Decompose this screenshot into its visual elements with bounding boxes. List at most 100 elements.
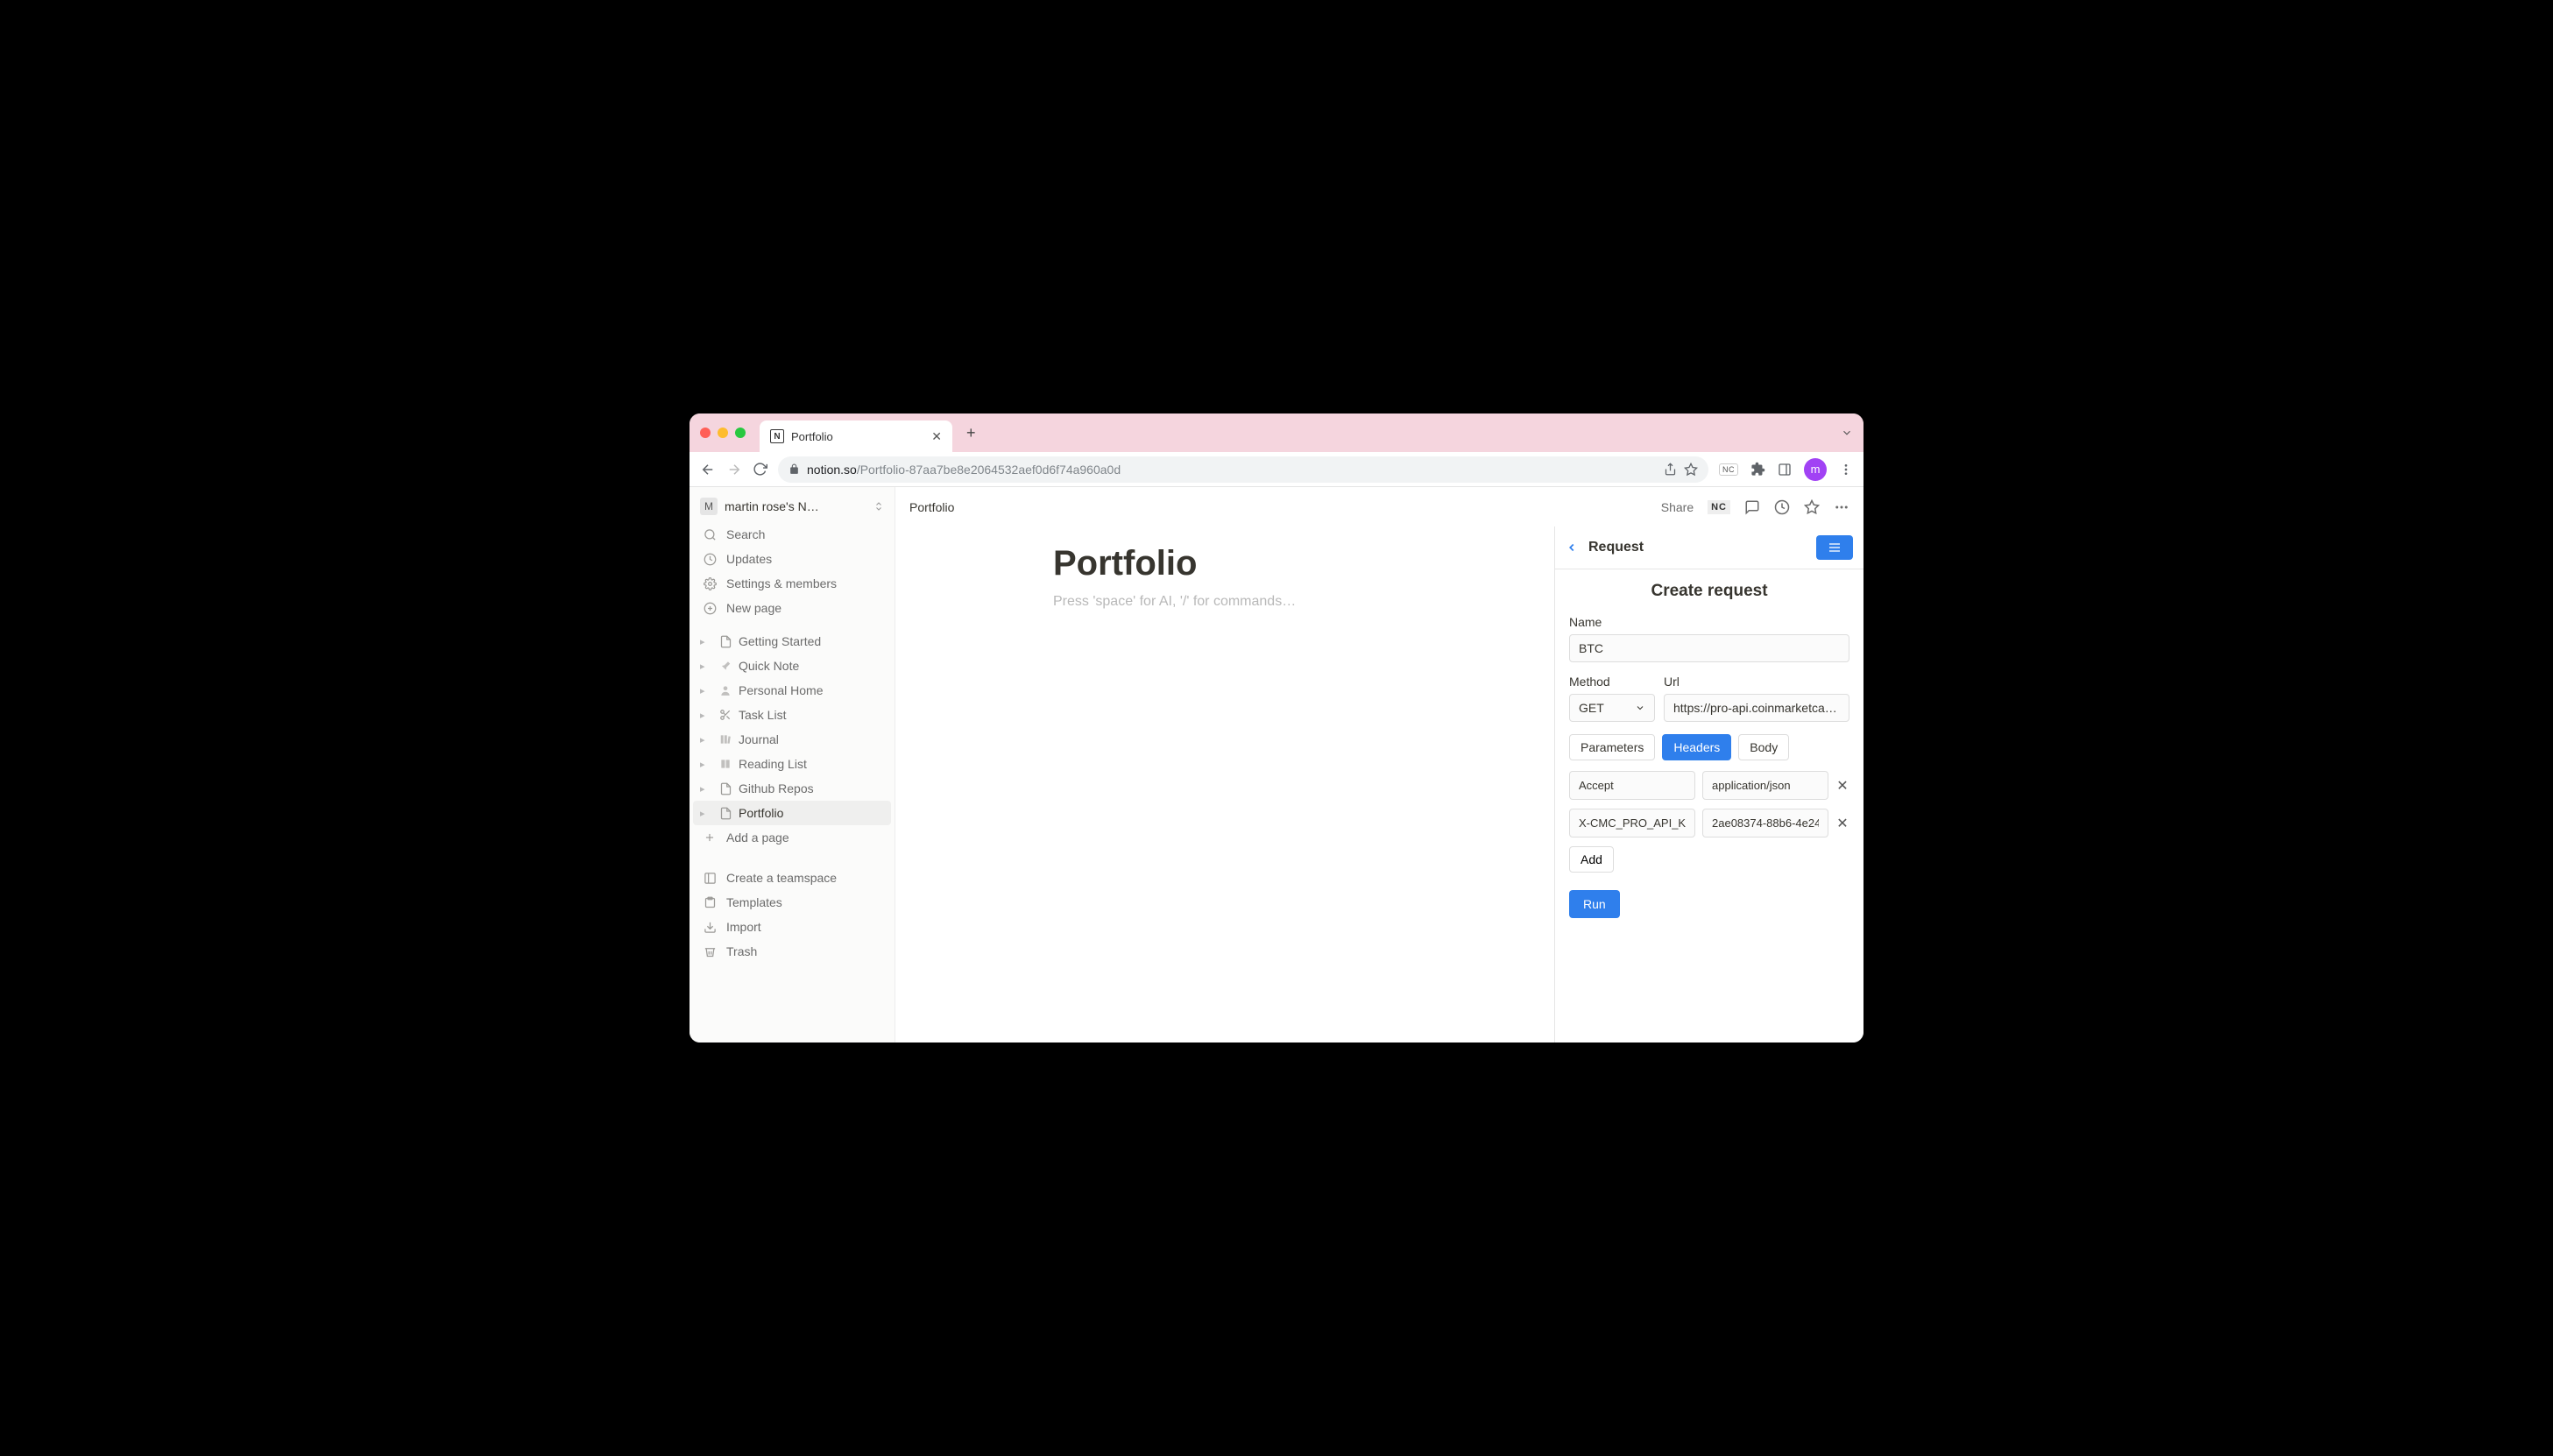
- sidebar-import[interactable]: Import: [690, 915, 895, 939]
- extensions-icon[interactable]: [1750, 462, 1765, 477]
- sidebar-page-item[interactable]: ▸ Personal Home: [693, 678, 891, 703]
- chevron-right-icon[interactable]: ▸: [700, 710, 712, 721]
- page-icon: [718, 684, 733, 696]
- run-button[interactable]: Run: [1569, 890, 1620, 918]
- url-input[interactable]: [1664, 694, 1849, 722]
- method-select[interactable]: GET: [1569, 694, 1655, 722]
- browser-tab[interactable]: N Portfolio ✕: [760, 421, 952, 452]
- chevron-down-icon: [1635, 703, 1645, 713]
- url-label: Url: [1664, 675, 1849, 689]
- chevron-right-icon[interactable]: ▸: [700, 783, 712, 795]
- gear-icon: [702, 577, 718, 590]
- delete-header-icon[interactable]: ✕: [1835, 815, 1849, 832]
- bookmark-star-icon[interactable]: [1684, 463, 1698, 477]
- sidebar-page-item[interactable]: ▸ Quick Note: [693, 654, 891, 678]
- breadcrumb[interactable]: Portfolio: [909, 500, 954, 514]
- page-label: Reading List: [739, 757, 807, 771]
- download-icon: [702, 921, 718, 934]
- page-label: Quick Note: [739, 659, 799, 673]
- sidebar-create-teamspace[interactable]: Create a teamspace: [690, 866, 895, 890]
- header-key-input[interactable]: [1569, 809, 1695, 838]
- panel-back-button[interactable]: [1566, 541, 1578, 554]
- workspace-name: martin rose's N…: [725, 499, 866, 513]
- url-text: notion.so/Portfolio-87aa7be8e2064532aef0…: [807, 463, 1121, 477]
- sidebar-page-item[interactable]: ▸ Reading List: [693, 752, 891, 776]
- forward-button[interactable]: [726, 462, 742, 477]
- editor[interactable]: Portfolio Press 'space' for AI, '/' for …: [895, 527, 1554, 1043]
- header-value-input[interactable]: [1702, 809, 1828, 838]
- header-value-input[interactable]: [1702, 771, 1828, 800]
- chevron-right-icon[interactable]: ▸: [700, 759, 712, 770]
- address-bar[interactable]: notion.so/Portfolio-87aa7be8e2064532aef0…: [778, 456, 1708, 483]
- request-panel: Request Create request Name Method: [1554, 527, 1863, 1043]
- page-title[interactable]: Portfolio: [1053, 544, 1554, 583]
- page-label: Portfolio: [739, 806, 783, 820]
- more-icon[interactable]: [1834, 499, 1849, 515]
- profile-avatar[interactable]: m: [1804, 458, 1827, 481]
- name-input[interactable]: [1569, 634, 1849, 662]
- editor-placeholder: Press 'space' for AI, '/' for commands…: [1053, 594, 1554, 610]
- new-tab-button[interactable]: +: [959, 421, 983, 446]
- sidebar-add-page[interactable]: Add a page: [690, 825, 895, 850]
- browser-toolbar: notion.so/Portfolio-87aa7be8e2064532aef0…: [690, 452, 1863, 487]
- sidebar-page-item[interactable]: ▸Task List: [693, 703, 891, 727]
- content-area: Portfolio Share NC Portfolio Press 'spac…: [895, 487, 1863, 1043]
- trash-icon: [702, 945, 718, 958]
- tab-parameters[interactable]: Parameters: [1569, 734, 1655, 760]
- sidebar-settings[interactable]: Settings & members: [690, 571, 895, 596]
- tab-close-icon[interactable]: ✕: [931, 429, 942, 444]
- panel-menu-button[interactable]: [1816, 535, 1853, 560]
- window-minimize-button[interactable]: [718, 428, 728, 438]
- chevron-right-icon[interactable]: ▸: [700, 685, 712, 696]
- sidebar-page-item[interactable]: ▸ Getting Started: [693, 629, 891, 654]
- header-row: ✕: [1569, 809, 1849, 838]
- comments-icon[interactable]: [1744, 499, 1760, 515]
- page-label: Getting Started: [739, 634, 821, 648]
- delete-header-icon[interactable]: ✕: [1835, 777, 1849, 795]
- panel-subtitle: Create request: [1569, 582, 1849, 601]
- history-icon[interactable]: [1774, 499, 1790, 515]
- workspace-avatar: M: [700, 498, 718, 515]
- chevron-right-icon[interactable]: ▸: [700, 636, 712, 647]
- tab-title: Portfolio: [791, 430, 924, 443]
- clock-icon: [702, 553, 718, 566]
- share-button[interactable]: Share: [1661, 500, 1694, 514]
- page-icon: [718, 660, 733, 672]
- workspace-switcher[interactable]: M martin rose's N…: [690, 491, 895, 522]
- window-close-button[interactable]: [700, 428, 711, 438]
- share-icon[interactable]: [1664, 463, 1677, 476]
- extension-badge[interactable]: NC: [1719, 463, 1738, 476]
- tab-headers[interactable]: Headers: [1662, 734, 1731, 760]
- back-button[interactable]: [700, 462, 716, 477]
- nc-badge[interactable]: NC: [1708, 500, 1730, 514]
- side-panel-icon[interactable]: [1778, 463, 1792, 477]
- favorite-star-icon[interactable]: [1804, 499, 1820, 515]
- window-maximize-button[interactable]: [735, 428, 746, 438]
- chevron-right-icon[interactable]: ▸: [700, 734, 712, 746]
- sidebar-page-item[interactable]: ▸ Portfolio: [693, 801, 891, 825]
- panel-title: Request: [1588, 540, 1806, 555]
- sidebar-new-page[interactable]: New page: [690, 596, 895, 620]
- sidebar-updates[interactable]: Updates: [690, 547, 895, 571]
- sidebar-page-item[interactable]: ▸Journal: [693, 727, 891, 752]
- sidebar-templates[interactable]: Templates: [690, 890, 895, 915]
- sidebar: M martin rose's N… Search Updates Settin…: [690, 487, 895, 1043]
- sidebar-search[interactable]: Search: [690, 522, 895, 547]
- page-label: Personal Home: [739, 683, 824, 697]
- header-key-input[interactable]: [1569, 771, 1695, 800]
- add-header-button[interactable]: Add: [1569, 846, 1614, 873]
- chevron-right-icon[interactable]: ▸: [700, 808, 712, 819]
- teamspace-icon: [702, 872, 718, 885]
- sidebar-trash[interactable]: Trash: [690, 939, 895, 964]
- page-icon: [718, 709, 733, 721]
- sidebar-page-item[interactable]: ▸ Github Repos: [693, 776, 891, 801]
- tab-body[interactable]: Body: [1738, 734, 1789, 760]
- page-icon: [718, 733, 733, 746]
- tabs-dropdown-icon[interactable]: [1841, 427, 1853, 439]
- reload-button[interactable]: [753, 462, 767, 477]
- page-label: Github Repos: [739, 781, 814, 795]
- chevron-right-icon[interactable]: ▸: [700, 661, 712, 672]
- lock-icon: [789, 463, 800, 475]
- browser-menu-icon[interactable]: [1839, 463, 1853, 477]
- chevron-updown-icon: [873, 501, 884, 512]
